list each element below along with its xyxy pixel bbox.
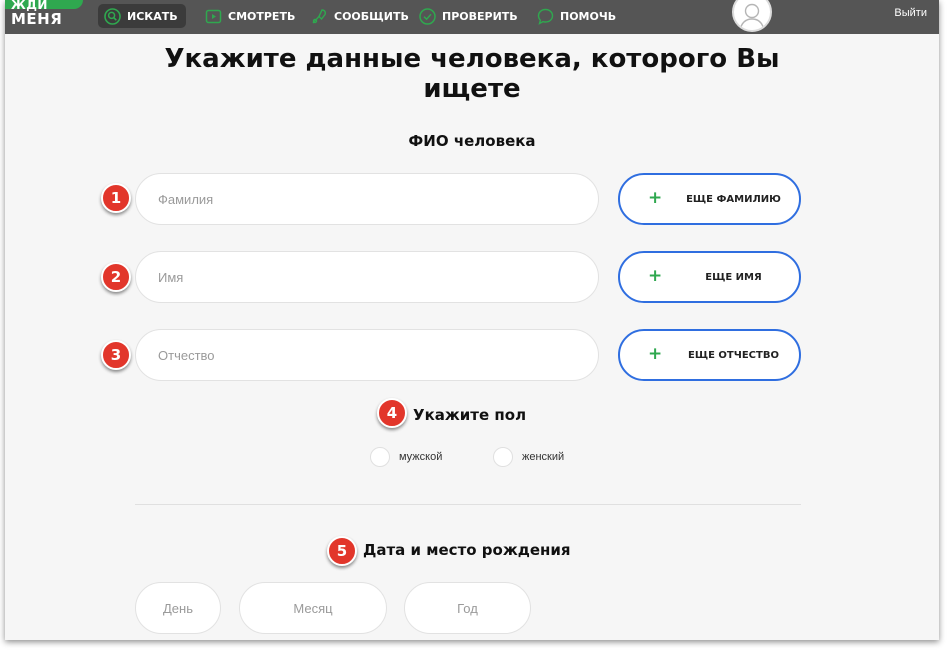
add-surname-button[interactable]: + ЕЩЕ ФАМИЛИЮ bbox=[618, 173, 801, 225]
nav-check-label: ПРОВЕРИТЬ bbox=[442, 9, 518, 23]
page-title-line2: ищете bbox=[423, 74, 521, 104]
video-icon bbox=[205, 8, 222, 25]
birth-year-input[interactable] bbox=[404, 582, 531, 634]
female-radio[interactable] bbox=[493, 447, 513, 467]
name-section-title: ФИО человека bbox=[408, 132, 536, 150]
plus-icon: + bbox=[648, 344, 663, 364]
check-icon bbox=[419, 7, 436, 25]
add-surname-label: ЕЩЕ ФАМИЛИЮ bbox=[686, 193, 781, 205]
chat-icon bbox=[537, 8, 554, 25]
page-title: Укажите данные человека, которого Вы ище… bbox=[5, 44, 939, 104]
first-name-input[interactable] bbox=[135, 251, 599, 303]
female-radio-label: женский bbox=[522, 451, 565, 463]
nav-search-label: ИСКАТЬ bbox=[127, 9, 178, 23]
step-badge-1: 1 bbox=[101, 183, 131, 213]
logo-text-line2: МЕНЯ bbox=[11, 10, 63, 28]
nav-report[interactable]: СООБЩИТЬ bbox=[311, 4, 409, 28]
step-badge-5: 5 bbox=[327, 536, 357, 566]
page-title-line1: Укажите данные человека, которого Вы bbox=[164, 44, 780, 74]
add-first-name-button[interactable]: + ЕЩЕ ИМЯ bbox=[618, 251, 801, 303]
search-icon bbox=[104, 7, 121, 25]
step-badge-2: 2 bbox=[101, 262, 131, 292]
nav-search[interactable]: ИСКАТЬ bbox=[98, 4, 186, 28]
nav-watch-label: СМОТРЕТЬ bbox=[228, 9, 296, 23]
user-avatar[interactable] bbox=[732, 0, 772, 32]
map-pin-icon bbox=[311, 8, 328, 25]
patronymic-input[interactable] bbox=[135, 329, 599, 381]
browser-page: ЖДИ МЕНЯ ИСКАТЬ СМОТРЕТЬ СООБЩИТЬ ПРОВЕР… bbox=[5, 0, 939, 640]
surname-input[interactable] bbox=[135, 173, 599, 225]
male-radio-label: мужской bbox=[399, 451, 443, 463]
nav-check[interactable]: ПРОВЕРИТЬ bbox=[419, 4, 518, 28]
birth-title: Дата и место рождения bbox=[363, 541, 571, 559]
nav-watch[interactable]: СМОТРЕТЬ bbox=[205, 4, 295, 28]
gender-option-female[interactable]: женский bbox=[493, 447, 564, 467]
add-patronymic-label: ЕЩЕ ОТЧЕСТВО bbox=[688, 349, 779, 361]
avatar-icon bbox=[739, 3, 765, 30]
plus-icon: + bbox=[648, 188, 663, 208]
step-badge-3: 3 bbox=[101, 340, 131, 370]
nav-help[interactable]: ПОМОЧЬ bbox=[537, 4, 616, 28]
birth-month-input[interactable] bbox=[239, 582, 387, 634]
add-first-name-label: ЕЩЕ ИМЯ bbox=[705, 271, 762, 283]
section-divider bbox=[135, 504, 801, 505]
birth-day-input[interactable] bbox=[135, 582, 221, 634]
nav-help-label: ПОМОЧЬ bbox=[560, 9, 617, 23]
gender-title: Укажите пол bbox=[413, 406, 527, 424]
step-badge-4: 4 bbox=[377, 398, 407, 428]
gender-option-male[interactable]: мужской bbox=[370, 447, 442, 467]
site-logo[interactable]: ЖДИ МЕНЯ bbox=[5, 0, 87, 34]
plus-icon: + bbox=[648, 266, 663, 286]
male-radio[interactable] bbox=[370, 447, 390, 467]
nav-report-label: СООБЩИТЬ bbox=[334, 9, 409, 23]
logout-link[interactable]: Выйти bbox=[894, 7, 927, 19]
top-navigation-bar: ЖДИ МЕНЯ ИСКАТЬ СМОТРЕТЬ СООБЩИТЬ ПРОВЕР… bbox=[5, 0, 939, 34]
add-patronymic-button[interactable]: + ЕЩЕ ОТЧЕСТВО bbox=[618, 329, 801, 381]
